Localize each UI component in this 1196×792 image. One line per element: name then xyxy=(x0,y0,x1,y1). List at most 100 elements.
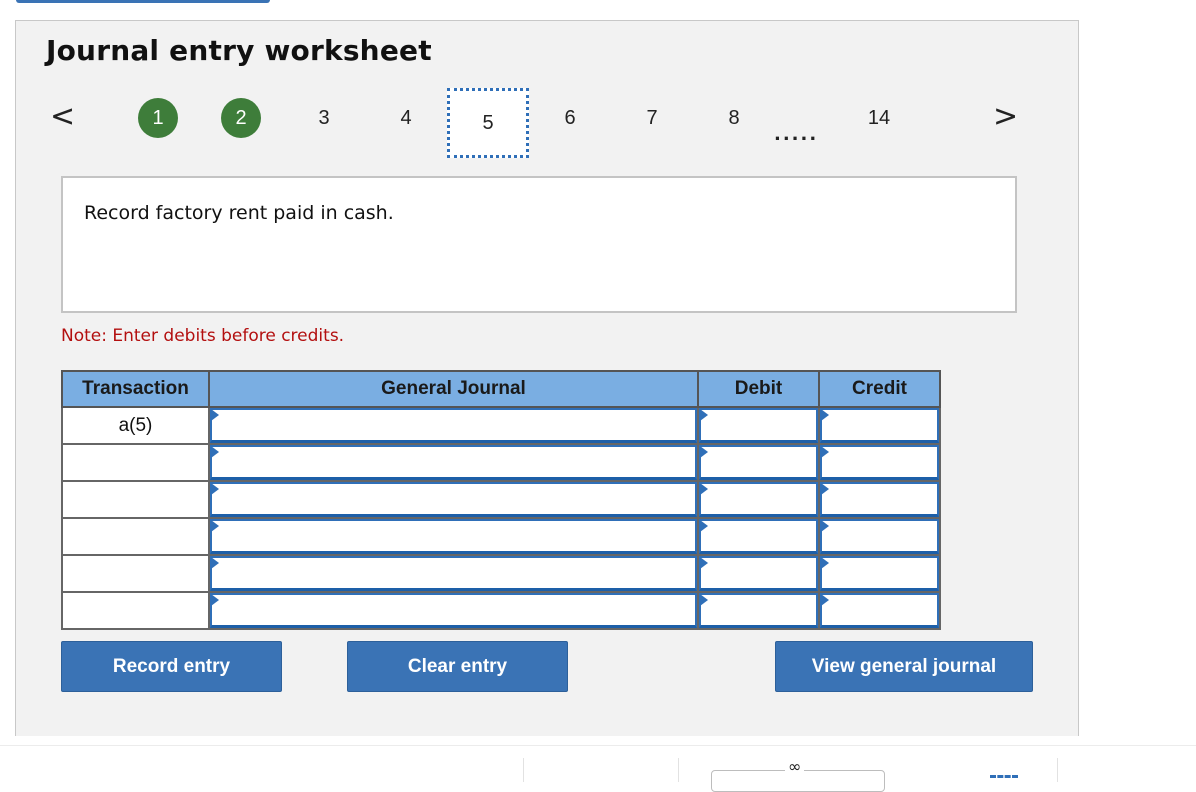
table-row xyxy=(61,480,941,519)
record-entry-button[interactable]: Record entry xyxy=(61,641,282,692)
grid-icon[interactable] xyxy=(990,775,1018,782)
account-input-wrapper xyxy=(210,556,697,591)
credit-input-wrapper xyxy=(820,408,939,443)
header-credit: Credit xyxy=(818,370,941,408)
question-box: Record factory rent paid in cash. xyxy=(61,176,1017,313)
credit-input[interactable] xyxy=(822,595,937,625)
debit-input-wrapper xyxy=(699,408,818,443)
account-input-wrapper xyxy=(210,408,697,443)
chevron-left-icon[interactable]: < xyxy=(50,102,75,132)
transaction-cell xyxy=(61,480,210,519)
credit-input-wrapper xyxy=(820,445,939,480)
question-text: Record factory rent paid in cash. xyxy=(84,202,394,224)
step-3[interactable]: 3 xyxy=(304,100,344,136)
account-input[interactable] xyxy=(212,595,695,625)
transaction-cell xyxy=(61,517,210,556)
credit-cell xyxy=(818,554,941,593)
clear-entry-button[interactable]: Clear entry xyxy=(347,641,568,692)
footer-divider xyxy=(1057,758,1058,782)
table-row xyxy=(61,554,941,593)
credit-input-wrapper xyxy=(820,519,939,554)
debit-cell xyxy=(697,480,820,519)
chevron-right-icon[interactable]: > xyxy=(993,102,1018,132)
credit-cell xyxy=(818,517,941,556)
footer-divider xyxy=(678,758,679,782)
transaction-cell xyxy=(61,443,210,482)
dropdown-flag-icon xyxy=(821,594,829,606)
transaction-cell xyxy=(61,591,210,630)
account-input[interactable] xyxy=(212,521,695,551)
debit-input[interactable] xyxy=(701,595,816,625)
dropdown-flag-icon xyxy=(211,446,219,458)
credit-input-wrapper xyxy=(820,593,939,628)
account-input[interactable] xyxy=(212,484,695,514)
dropdown-flag-icon xyxy=(821,483,829,495)
view-general-journal-button[interactable]: View general journal xyxy=(775,641,1033,692)
credit-input[interactable] xyxy=(822,484,937,514)
debit-input[interactable] xyxy=(701,521,816,551)
credit-input[interactable] xyxy=(822,410,937,440)
account-input-wrapper xyxy=(210,445,697,480)
transaction-cell: a(5) xyxy=(61,406,210,445)
page-title: Journal entry worksheet xyxy=(46,34,432,67)
account-input[interactable] xyxy=(212,558,695,588)
dropdown-flag-icon xyxy=(821,446,829,458)
debit-input[interactable] xyxy=(701,410,816,440)
table-row xyxy=(61,443,941,482)
debit-input-wrapper xyxy=(699,482,818,517)
debit-cell xyxy=(697,591,820,630)
account-input[interactable] xyxy=(212,447,695,477)
top-button-edge[interactable] xyxy=(16,0,270,3)
account-cell xyxy=(208,554,699,593)
dropdown-flag-icon xyxy=(211,557,219,569)
dropdown-flag-icon xyxy=(211,520,219,532)
credit-input[interactable] xyxy=(822,558,937,588)
step-6[interactable]: 6 xyxy=(550,100,590,136)
header-transaction: Transaction xyxy=(61,370,210,408)
credit-input[interactable] xyxy=(822,521,937,551)
credit-input-wrapper xyxy=(820,556,939,591)
dropdown-flag-icon xyxy=(700,483,708,495)
step-7[interactable]: 7 xyxy=(632,100,672,136)
dropdown-flag-icon xyxy=(700,557,708,569)
dropdown-flag-icon xyxy=(821,520,829,532)
step-4[interactable]: 4 xyxy=(386,100,426,136)
account-input-wrapper xyxy=(210,593,697,628)
account-input[interactable] xyxy=(212,410,695,440)
debit-cell xyxy=(697,554,820,593)
dropdown-flag-icon xyxy=(821,557,829,569)
credit-input[interactable] xyxy=(822,447,937,477)
dropdown-flag-icon xyxy=(700,446,708,458)
account-cell xyxy=(208,517,699,556)
debit-cell xyxy=(697,517,820,556)
dropdown-flag-icon xyxy=(211,483,219,495)
dropdown-flag-icon xyxy=(211,594,219,606)
dropdown-flag-icon xyxy=(700,409,708,421)
debit-input-wrapper xyxy=(699,519,818,554)
header-general-journal: General Journal xyxy=(208,370,699,408)
header-debit: Debit xyxy=(697,370,820,408)
steps-ellipsis: ..... xyxy=(774,124,819,145)
debit-input[interactable] xyxy=(701,447,816,477)
transaction-cell xyxy=(61,554,210,593)
credit-cell xyxy=(818,480,941,519)
debit-input-wrapper xyxy=(699,593,818,628)
step-8[interactable]: 8 xyxy=(714,100,754,136)
step-2[interactable]: 2 xyxy=(221,98,261,138)
credit-cell xyxy=(818,406,941,445)
dropdown-flag-icon xyxy=(700,594,708,606)
debit-input[interactable] xyxy=(701,484,816,514)
debit-cell xyxy=(697,406,820,445)
debit-input[interactable] xyxy=(701,558,816,588)
credit-cell xyxy=(818,443,941,482)
journal-table: Transaction General Journal Debit Credit… xyxy=(61,370,941,630)
account-input-wrapper xyxy=(210,519,697,554)
step-1[interactable]: 1 xyxy=(138,98,178,138)
note-text: Note: Enter debits before credits. xyxy=(61,326,345,346)
step-5-current[interactable]: 5 xyxy=(447,88,529,158)
step-14[interactable]: 14 xyxy=(859,100,899,136)
link-icon[interactable]: ∞ xyxy=(785,757,805,776)
debit-input-wrapper xyxy=(699,445,818,480)
debit-input-wrapper xyxy=(699,556,818,591)
dropdown-flag-icon xyxy=(700,520,708,532)
